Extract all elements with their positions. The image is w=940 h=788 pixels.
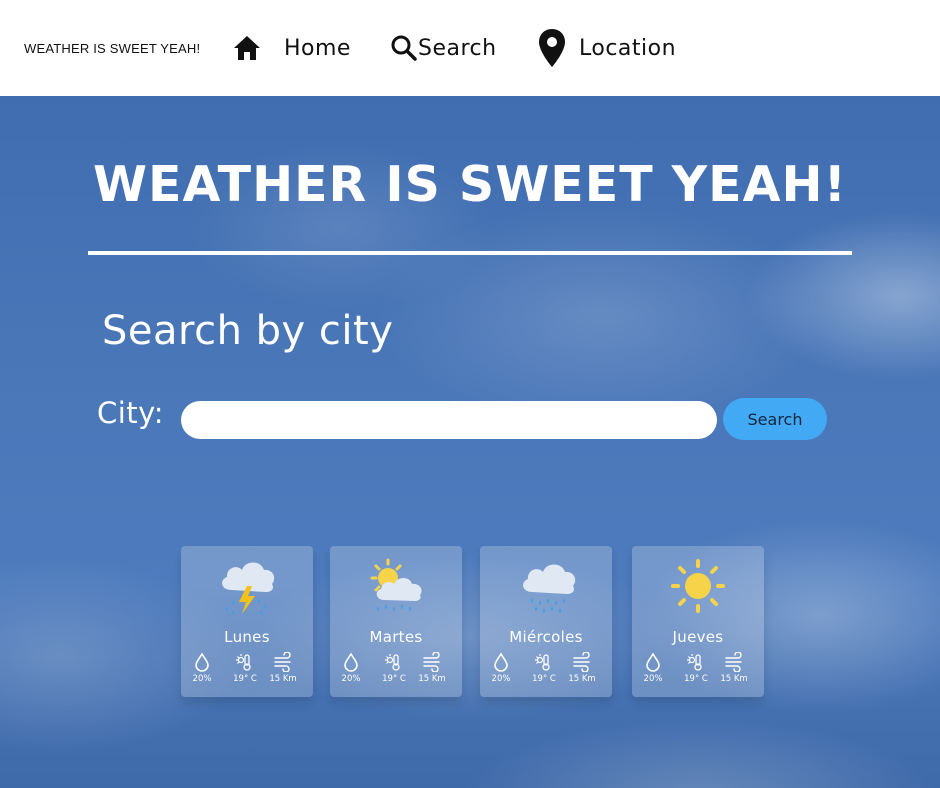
thermometer-sun-icon xyxy=(385,654,400,671)
humidity-stat: 20% xyxy=(331,652,371,684)
humidity-stat: 20% xyxy=(633,652,673,684)
temperature-value: 19° C xyxy=(382,674,406,684)
wind-icon xyxy=(725,652,742,672)
wind-stat: 15 Km xyxy=(714,652,754,684)
forecast-card-miercoles[interactable]: Miércoles 20% 19° C 15 Km xyxy=(480,546,612,697)
nav-search-label: Search xyxy=(418,35,497,61)
thermometer-sun-icon xyxy=(236,654,251,671)
water-drop-icon xyxy=(646,652,660,672)
forecast-card-jueves[interactable]: Jueves 20% 19° C 15 Km xyxy=(632,546,764,697)
thermometer-sun-icon xyxy=(535,654,550,671)
humidity-value: 20% xyxy=(341,674,361,684)
top-navbar: WEATHER IS SWEET YEAH! Home Search Locat… xyxy=(0,0,940,96)
forecast-day: Martes xyxy=(369,628,423,646)
forecast-card-martes[interactable]: Martes 20% 19° C 15 Km xyxy=(330,546,462,697)
humidity-stat: 20% xyxy=(182,652,222,684)
city-search-input[interactable] xyxy=(181,401,717,439)
wind-stat: 15 Km xyxy=(412,652,452,684)
search-icon xyxy=(391,35,417,61)
city-label: City: xyxy=(97,396,164,430)
wind-value: 15 Km xyxy=(568,674,596,684)
wind-stat: 15 Km xyxy=(263,652,303,684)
rain-icon xyxy=(523,564,576,613)
forecast-card-lunes[interactable]: Lunes 20% 19° C 15 Km xyxy=(181,546,313,697)
wind-value: 15 Km xyxy=(720,674,748,684)
humidity-value: 20% xyxy=(491,674,511,684)
humidity-value: 20% xyxy=(192,674,212,684)
wind-icon xyxy=(573,652,590,672)
water-drop-icon xyxy=(494,652,508,672)
temperature-stat: 19° C xyxy=(524,652,564,684)
title-divider xyxy=(88,251,852,255)
wind-value: 15 Km xyxy=(269,674,297,684)
wind-icon xyxy=(423,652,440,672)
home-icon xyxy=(234,36,260,60)
forecast-day: Jueves xyxy=(672,628,724,646)
water-drop-icon xyxy=(195,652,209,672)
thermometer-sun-icon xyxy=(687,654,702,671)
forecast-day: Lunes xyxy=(224,628,270,646)
thunderstorm-icon xyxy=(222,562,275,615)
temperature-value: 19° C xyxy=(532,674,556,684)
temperature-stat: 19° C xyxy=(676,652,716,684)
page-title: WEATHER IS SWEET YEAH! xyxy=(93,156,847,213)
temperature-value: 19° C xyxy=(233,674,257,684)
nav-search-link[interactable]: Search xyxy=(390,28,497,68)
nav-location-link[interactable]: Location xyxy=(537,28,676,68)
nav-home-link[interactable]: Home xyxy=(232,28,351,68)
search-button[interactable]: Search xyxy=(723,398,827,440)
humidity-stat: 20% xyxy=(481,652,521,684)
humidity-value: 20% xyxy=(643,674,663,684)
forecast-day: Miércoles xyxy=(509,628,583,646)
wind-value: 15 Km xyxy=(418,674,446,684)
nav-home-label: Home xyxy=(284,35,351,61)
water-drop-icon xyxy=(344,652,358,672)
hero-section: WEATHER IS SWEET YEAH! Search by city Ci… xyxy=(0,96,940,788)
temperature-value: 19° C xyxy=(684,674,708,684)
sun-icon xyxy=(671,559,725,613)
wind-icon xyxy=(274,652,291,672)
nav-location-label: Location xyxy=(579,35,677,61)
wind-stat: 15 Km xyxy=(562,652,602,684)
temperature-stat: 19° C xyxy=(225,652,265,684)
location-pin-icon xyxy=(539,29,565,67)
temperature-stat: 19° C xyxy=(374,652,414,684)
partly-cloudy-rain-icon xyxy=(370,558,422,611)
search-heading: Search by city xyxy=(102,308,394,354)
brand-logo-text[interactable]: WEATHER IS SWEET YEAH! xyxy=(24,41,200,56)
